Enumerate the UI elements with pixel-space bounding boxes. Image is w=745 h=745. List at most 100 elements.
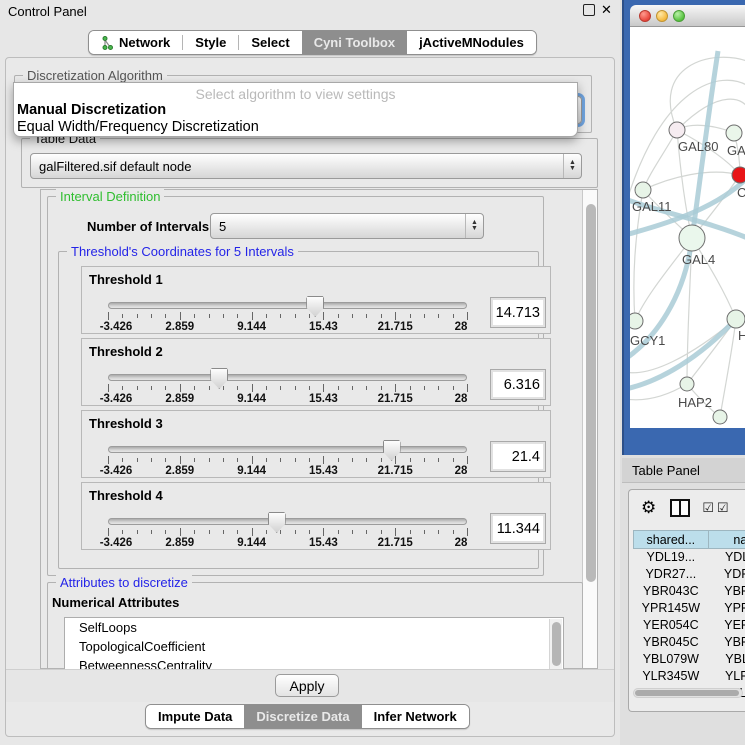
top-tab-bar: Network Style Select Cyni Toolbox jActiv… bbox=[88, 30, 537, 55]
dropdown-option-manual-discretization[interactable]: Manual Discretization bbox=[17, 102, 166, 118]
slider-ticks bbox=[108, 528, 467, 537]
panel-title: Control Panel bbox=[8, 4, 87, 19]
combo-stepper-icon: ▲▼ bbox=[563, 154, 581, 178]
table-row[interactable]: YDL19...YDL1 bbox=[634, 549, 745, 566]
tab-label: Impute Data bbox=[158, 709, 232, 724]
tab-style[interactable]: Style bbox=[183, 31, 238, 54]
node-table-body: YDL19...YDL1YDR27...YDR2YBR043CYBR0YPR14… bbox=[634, 549, 745, 702]
slider-tick-labels: -3.4262.8599.14415.4321.71528 bbox=[108, 465, 467, 477]
network-canvas[interactable]: GAL80GALCGAL11GAL4GCY1HHAP2 bbox=[630, 27, 745, 428]
table-data-combobox[interactable]: galFiltered.sif default node ▲▼ bbox=[30, 153, 582, 179]
list-scrollbar[interactable] bbox=[549, 619, 562, 670]
bottom-tab-bar: Impute Data Discretize Data Infer Networ… bbox=[145, 704, 470, 729]
network-node[interactable] bbox=[727, 310, 745, 328]
vertical-scrollbar[interactable] bbox=[582, 190, 597, 668]
threshold-label: Threshold 1 bbox=[89, 272, 163, 287]
tab-label: Infer Network bbox=[374, 709, 457, 724]
zoom-traffic-light-icon[interactable] bbox=[673, 10, 685, 22]
table-panel: ⚙ ☑ ☑ shared... na YDL19...YDL1YDR27...Y… bbox=[628, 489, 745, 712]
table-row[interactable]: YPR145WYPR1 bbox=[634, 600, 745, 617]
table-row[interactable]: YER054CYER0 bbox=[634, 617, 745, 634]
dropdown-prompt: Select algorithm to view settings bbox=[14, 86, 577, 102]
node-label: HAP2 bbox=[678, 395, 712, 410]
slider-track[interactable] bbox=[108, 446, 467, 453]
table-row[interactable]: YDR27...YDR2 bbox=[634, 566, 745, 583]
attribute-list-item[interactable]: BetweennessCentrality bbox=[65, 656, 563, 670]
network-node[interactable] bbox=[635, 182, 651, 198]
tab-select[interactable]: Select bbox=[239, 31, 301, 54]
settings-scrollpane: Interval Definition Number of Intervals … bbox=[40, 189, 598, 669]
tab-infer-network[interactable]: Infer Network bbox=[362, 705, 469, 728]
gear-icon[interactable]: ⚙ bbox=[641, 498, 656, 518]
tab-discretize-data[interactable]: Discretize Data bbox=[244, 705, 361, 728]
threshold-slider[interactable]: -3.4262.8599.14415.4321.71528 bbox=[108, 511, 467, 549]
threshold-label: Threshold 4 bbox=[89, 488, 163, 503]
dropdown-option-equal-width-frequency[interactable]: Equal Width/Frequency Discretization bbox=[17, 119, 259, 135]
slider-track[interactable] bbox=[108, 302, 467, 309]
table-row[interactable]: YLR345WYLR3 bbox=[634, 668, 745, 685]
scrollbar-thumb[interactable] bbox=[635, 690, 739, 696]
network-node[interactable] bbox=[726, 125, 742, 141]
checkbox-icon[interactable]: ☑ bbox=[717, 500, 729, 516]
scrollbar-thumb[interactable] bbox=[586, 204, 596, 582]
threshold-slider[interactable]: -3.4262.8599.14415.4321.71528 bbox=[108, 295, 467, 333]
num-intervals-combobox[interactable]: 5 ▲▼ bbox=[210, 213, 484, 239]
slider-track[interactable] bbox=[108, 518, 467, 525]
attribute-list-item[interactable]: TopologicalCoefficient bbox=[65, 637, 563, 656]
slider-tick-labels: -3.4262.8599.14415.4321.71528 bbox=[108, 321, 467, 333]
table-row[interactable]: YBR043CYBR0 bbox=[634, 583, 745, 600]
float-window-icon[interactable] bbox=[583, 4, 595, 16]
column-header-name[interactable]: na bbox=[708, 531, 745, 549]
close-traffic-light-icon[interactable] bbox=[639, 10, 651, 22]
threshold-value-field[interactable]: 14.713 bbox=[490, 297, 546, 328]
tab-label: Network bbox=[119, 35, 170, 50]
table-row[interactable]: YBL079WYBL0 bbox=[634, 651, 745, 668]
algorithm-dropdown-popup: Select algorithm to view settings Manual… bbox=[13, 82, 578, 137]
combo-value: galFiltered.sif default node bbox=[39, 159, 191, 174]
table-row[interactable]: YBR045CYBR0 bbox=[634, 634, 745, 651]
threshold-value-field[interactable]: 21.4 bbox=[490, 441, 546, 472]
checkbox-icon[interactable]: ☑ bbox=[702, 500, 714, 516]
minimize-traffic-light-icon[interactable] bbox=[656, 10, 668, 22]
network-edge[interactable] bbox=[643, 172, 740, 190]
network-window-titlebar[interactable] bbox=[630, 5, 745, 27]
combo-value: 5 bbox=[219, 219, 226, 234]
table-toolbar: ⚙ ☑ ☑ bbox=[629, 490, 745, 526]
threshold-panel-2: Threshold 2 -3.4262.8599.14415.4321.7152… bbox=[81, 338, 551, 406]
column-header-shared-name[interactable]: shared... bbox=[634, 531, 709, 549]
table-data-group: Table Data galFiltered.sif default node … bbox=[21, 138, 598, 188]
network-node[interactable] bbox=[732, 167, 745, 183]
tab-label: Style bbox=[195, 35, 226, 50]
node-label: C bbox=[737, 185, 745, 200]
slider-track[interactable] bbox=[108, 374, 467, 381]
thresholds-group: Threshold's Coordinates for 5 Intervals … bbox=[58, 251, 539, 569]
threshold-slider[interactable]: -3.4262.8599.14415.4321.71528 bbox=[108, 439, 467, 477]
tab-network[interactable]: Network bbox=[89, 31, 182, 54]
tab-jactivemnodules[interactable]: jActiveMNodules bbox=[407, 31, 536, 54]
network-node[interactable] bbox=[713, 410, 727, 424]
network-node[interactable] bbox=[669, 122, 685, 138]
node-attribute-table: shared... na YDL19...YDL1YDR27...YDR2YBR… bbox=[633, 530, 745, 702]
node-label: GCY1 bbox=[630, 333, 665, 348]
network-edge[interactable] bbox=[643, 130, 677, 190]
horizontal-scrollbar[interactable] bbox=[633, 688, 743, 698]
threshold-value-field[interactable]: 11.344 bbox=[490, 513, 546, 544]
node-label: GAL11 bbox=[632, 199, 672, 214]
group-title: Threshold's Coordinates for 5 Intervals bbox=[67, 244, 298, 259]
tab-cyni-toolbox[interactable]: Cyni Toolbox bbox=[302, 31, 407, 54]
tab-impute-data[interactable]: Impute Data bbox=[146, 705, 244, 728]
threshold-slider[interactable]: -3.4262.8599.14415.4321.71528 bbox=[108, 367, 467, 405]
network-node[interactable] bbox=[679, 225, 705, 251]
numerical-attributes-list[interactable]: SelfLoopsTopologicalCoefficientBetweenne… bbox=[64, 617, 564, 670]
network-node[interactable] bbox=[630, 313, 643, 329]
threshold-label: Threshold 2 bbox=[89, 344, 163, 359]
close-icon[interactable]: ✕ bbox=[601, 2, 612, 18]
attribute-list-item[interactable]: SelfLoops bbox=[65, 618, 563, 637]
slider-ticks bbox=[108, 384, 467, 393]
network-edge[interactable] bbox=[692, 238, 736, 319]
network-node[interactable] bbox=[680, 377, 694, 391]
apply-button[interactable]: Apply bbox=[275, 674, 339, 697]
scrollbar-thumb[interactable] bbox=[552, 622, 561, 666]
threshold-value-field[interactable]: 6.316 bbox=[490, 369, 546, 400]
columns-icon[interactable] bbox=[670, 499, 690, 517]
